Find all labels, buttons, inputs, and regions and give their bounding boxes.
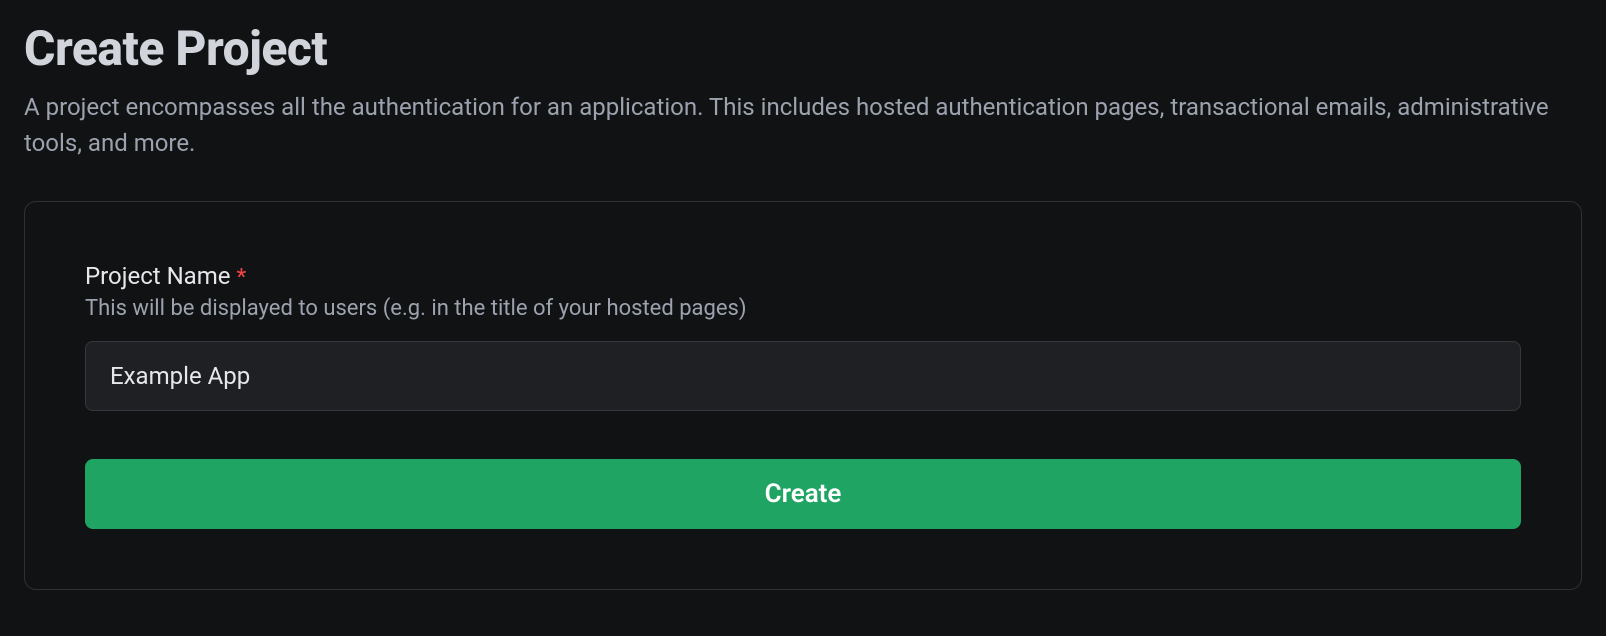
create-button[interactable]: Create <box>85 459 1521 529</box>
project-name-label: Project Name <box>85 262 231 290</box>
page-subtitle: A project encompasses all the authentica… <box>24 89 1582 161</box>
project-name-input[interactable] <box>85 341 1521 411</box>
create-project-form: Project Name * This will be displayed to… <box>24 201 1582 590</box>
project-name-label-row: Project Name * <box>85 262 1521 290</box>
page-title: Create Project <box>24 20 1582 77</box>
required-asterisk-icon: * <box>237 265 247 290</box>
project-name-help: This will be displayed to users (e.g. in… <box>85 296 1521 321</box>
